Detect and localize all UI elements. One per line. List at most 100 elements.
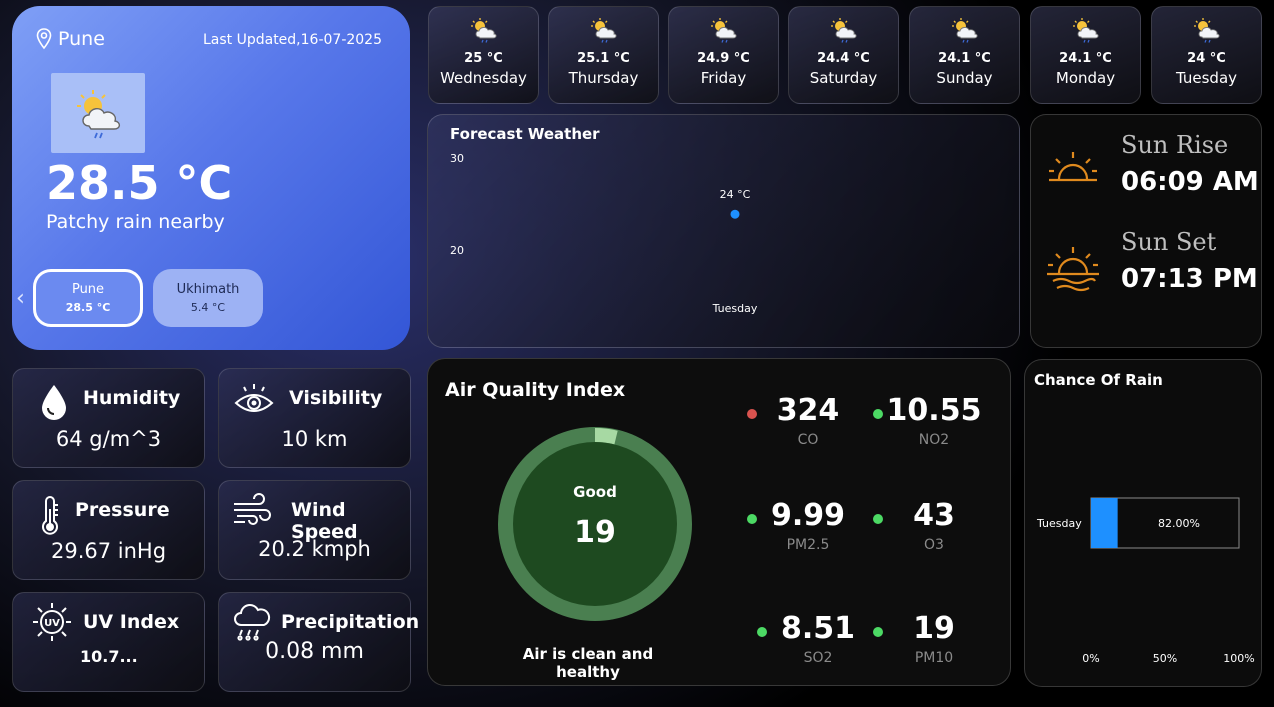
stat-name: Visibility [289,387,383,409]
pollutant-name: PM2.5 [786,537,830,553]
aqi-note: Air is clean and healthy [522,645,654,681]
forecast-day-card[interactable]: 25.1 °C Thursday [548,6,659,104]
pollutant-value: 9.99 [770,498,846,533]
chevron-left-icon[interactable]: ‹ [16,286,25,311]
sun-cloud-rain-icon [951,18,978,43]
current-temperature: 28.5 °C [46,156,233,210]
forecast-day-name: Friday [700,69,747,87]
aqi-status: Good [573,483,617,501]
city-pill-pune[interactable]: Pune 28.5 °C [33,269,143,327]
pollutant-value: 10.55 [886,393,982,428]
pollutant-status-dot [747,514,757,524]
forecast-day-card[interactable]: 24.4 °C Saturday [788,6,899,104]
forecast-day-card[interactable]: 24.1 °C Monday [1030,6,1141,104]
city-pill-temp: 5.4 °C [190,301,226,314]
humidity-card: Humidity 64 g/m^3 [12,368,205,468]
sunrise-time: 06:09 AM [1121,167,1259,197]
rain-bar[interactable] [1091,498,1118,548]
stat-value: 64 g/m^3 [55,427,162,451]
pollutant-name: CO [797,432,819,448]
pollutant-status-dot [757,627,767,637]
sun-cloud-rain-icon [51,73,145,153]
thermometer-icon [42,496,58,535]
sunrise-label: Sun Rise [1121,131,1229,159]
forecast-day-card[interactable]: 24.1 °C Sunday [909,6,1020,104]
forecast-day-name: Saturday [809,69,878,87]
pollutant-reading: 10.55 NO2 [869,393,999,448]
chance-of-rain-panel: Chance Of Rain Tuesday 82.00% 0% 50% 100% [1024,359,1262,687]
pollutant-reading: 324 CO [743,393,873,448]
forecast-chart: 30 20 24 °C Tuesday [450,152,758,315]
forecast-day-temp: 24.9 °C [697,51,750,66]
stat-value: 10 km [281,427,348,451]
uv-index-card: UV UV Index 10.7... [12,592,205,692]
forecast-day-name: Monday [1055,69,1116,87]
pollutant-status-dot [873,627,883,637]
stat-name: Humidity [83,387,181,409]
sun-cloud-rain-icon [710,18,737,43]
pollutant-reading: 8.51 SO2 [753,611,883,666]
x-tick-label: Tuesday [712,302,758,315]
forecast-day-temp: 24 °C [1187,51,1226,66]
gauge-fill [594,428,618,445]
forecast-day-temp: 25 °C [464,51,503,66]
forecast-day-name: Sunday [936,69,993,87]
current-weather-card: Pune Last Updated,16-07-2025 28.5 °C Pat… [12,6,410,350]
city-pill-temp: 28.5 °C [65,301,111,314]
forecast-day-card[interactable]: 25 °C Wednesday [428,6,539,104]
city-pill-ukhimath[interactable]: Ukhimath 5.4 °C [153,269,263,327]
aqi-title: Air Quality Index [445,379,626,401]
pollutant-reading: 9.99 PM2.5 [743,498,873,553]
air-quality-panel: Air Quality Index Good 19 Air is clean a… [427,358,1011,686]
sun-panel: Sun Rise 06:09 AM Sun Set 07:13 PM [1030,114,1262,348]
stat-name: UV Index [83,611,180,633]
forecast-day-name: Tuesday [1175,69,1238,87]
forecast-day-temp: 25.1 °C [577,51,630,66]
forecast-day-name: Wednesday [440,69,527,87]
forecast-day-name: Thursday [568,69,639,87]
forecast-weather-panel: Forecast Weather 30 20 24 °C Tuesday [427,114,1020,348]
pollutant-reading: 43 O3 [869,498,999,553]
sun-cloud-rain-icon [830,18,857,43]
precipitation-card: Precipitation 0.08 mm [218,592,419,692]
sun-cloud-rain-icon [470,18,497,43]
city-pill-name: Ukhimath [176,282,240,297]
pollutant-name: NO2 [918,432,950,448]
x-tick-label: 0% [1082,652,1099,665]
droplet-icon [42,385,66,420]
forecast-day-temp: 24.1 °C [938,51,991,66]
uv-sun-icon: UV [33,603,71,641]
pollutant-value: 8.51 [780,611,856,646]
pollutant-status-dot [747,409,757,419]
current-condition: Patchy rain nearby [46,211,225,233]
forecast-point[interactable] [730,209,740,219]
stat-value: 10.7... [80,647,138,666]
sunrise-icon [1049,152,1097,182]
stat-value: 29.67 inHg [50,539,167,563]
pollutant-value: 19 [913,611,955,646]
pressure-card: Pressure 29.67 inHg [12,480,205,580]
pollutant-value: 43 [913,498,955,533]
data-label: 24 °C [720,188,751,201]
stat-value: 20.2 kmph [258,537,371,561]
pollutant-name: PM10 [914,650,954,666]
forecast-day-temp: 24.4 °C [817,51,870,66]
stat-name: Precipitation [281,611,420,633]
pollutant-value: 324 [776,393,840,428]
forecast-day-temp: 24.1 °C [1059,51,1112,66]
sunset-label: Sun Set [1121,228,1217,256]
stat-name: Pressure [75,499,170,521]
location-pin-icon [36,28,52,50]
location-name: Pune [58,28,105,50]
forecast-day-card[interactable]: 24.9 °C Friday [668,6,779,104]
sunset-icon [1047,247,1099,292]
x-tick-label: 100% [1223,652,1254,665]
pollutant-name: O3 [924,537,944,553]
eye-icon [234,384,274,412]
last-updated: Last Updated,16-07-2025 [202,32,382,48]
pollutant-status-dot [873,409,883,419]
rain-cloud-icon [234,604,271,641]
sun-cloud-rain-icon [1193,18,1220,43]
forecast-day-card[interactable]: 24 °C Tuesday [1151,6,1262,104]
svg-text:UV: UV [44,618,60,629]
